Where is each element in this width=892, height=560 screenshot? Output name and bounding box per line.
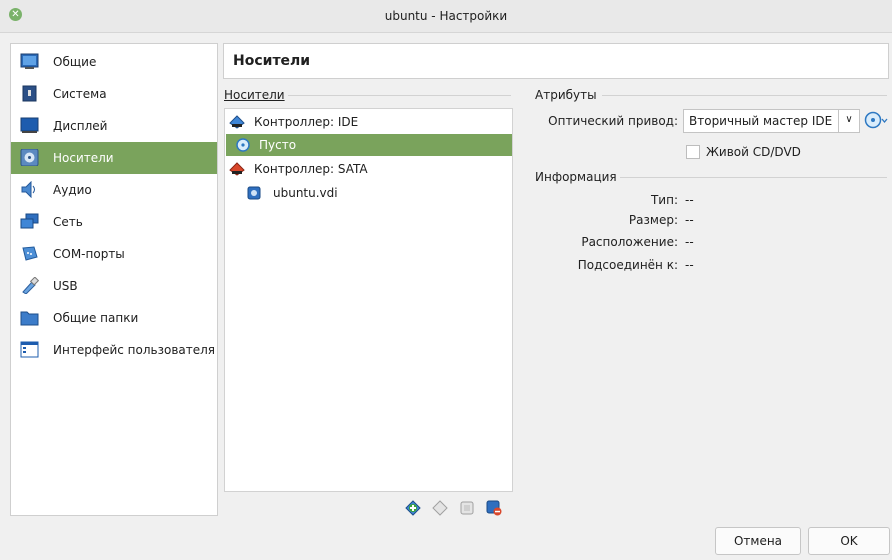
- storage-tree[interactable]: Контроллер: IDE Пусто Контроллер: SATA u…: [224, 108, 513, 492]
- tree-item-label: Контроллер: IDE: [254, 115, 359, 129]
- general-icon: [20, 53, 39, 69]
- sidebar-item-storage[interactable]: Носители: [11, 142, 217, 174]
- optical-drive-value: Вторичный мастер IDE: [689, 114, 833, 128]
- ok-button[interactable]: OK: [808, 527, 890, 555]
- usb-icon: [22, 277, 39, 294]
- sidebar-item-label: USB: [53, 279, 78, 293]
- system-icon: [22, 85, 37, 102]
- info-attached-value: --: [685, 258, 694, 272]
- display-icon: [20, 117, 39, 133]
- info-location-label: Расположение:: [581, 235, 678, 249]
- sidebar-item-system[interactable]: Система: [11, 78, 217, 110]
- sidebar-item-user-interface[interactable]: Интерфейс пользователя: [11, 334, 217, 366]
- live-cd-label: Живой CD/DVD: [706, 145, 801, 159]
- tree-item-label: Контроллер: SATA: [254, 162, 368, 176]
- storage-section-label: Носители: [224, 88, 285, 102]
- tree-item-hdd[interactable]: ubuntu.vdi: [225, 182, 512, 204]
- page-title: Носители: [233, 53, 311, 69]
- info-type-label: Тип:: [650, 193, 678, 207]
- attributes-section-label: Атрибуты: [535, 88, 597, 102]
- sidebar-item-label: COM-порты: [53, 247, 125, 261]
- tree-item-ide-controller[interactable]: Контроллер: IDE: [225, 111, 512, 133]
- info-attached-label: Подсоединён к:: [577, 258, 678, 272]
- remove-attachment-icon[interactable]: [432, 500, 448, 516]
- live-cd-checkbox[interactable]: [686, 145, 700, 159]
- remove-controller-icon[interactable]: [486, 500, 502, 516]
- sidebar-item-usb[interactable]: USB: [11, 270, 217, 302]
- optical-disc-icon: [236, 138, 250, 152]
- title-bar: ✕ ubuntu - Настройки: [0, 0, 892, 33]
- sidebar-item-network[interactable]: Сеть: [11, 206, 217, 238]
- page-header: Носители: [223, 43, 889, 79]
- tree-item-label: ubuntu.vdi: [273, 186, 338, 200]
- sidebar-item-label: Система: [53, 87, 107, 101]
- serial-ports-icon: [22, 246, 38, 261]
- chevron-down-icon[interactable]: ∨: [838, 110, 859, 132]
- sidebar-item-audio[interactable]: Аудио: [11, 174, 217, 206]
- divider: [602, 95, 887, 96]
- sidebar-item-general[interactable]: Общие: [11, 46, 217, 78]
- optical-drive-select[interactable]: Вторичный мастер IDE ∨: [683, 109, 860, 133]
- sidebar-item-label: Интерфейс пользователя: [53, 343, 216, 357]
- information-section-label: Информация: [535, 170, 617, 184]
- storage-icon: [20, 149, 39, 166]
- sidebar-item-label: Общие: [53, 55, 97, 69]
- sata-controller-icon: [229, 162, 245, 176]
- tree-item-sata-controller[interactable]: Контроллер: SATA: [225, 158, 512, 180]
- sidebar-item-display[interactable]: Дисплей: [11, 110, 217, 142]
- tree-item-label: Пусто: [259, 138, 297, 152]
- info-location-value: --: [685, 235, 694, 249]
- sidebar-item-label: Аудио: [53, 183, 92, 197]
- controller-settings-icon[interactable]: [459, 500, 475, 516]
- sidebar-item-label: Сеть: [53, 215, 83, 229]
- user-interface-icon: [20, 341, 39, 358]
- choose-disk-icon[interactable]: [864, 110, 888, 130]
- audio-icon: [21, 181, 35, 198]
- sidebar-item-shared-folders[interactable]: Общие папки: [11, 302, 217, 334]
- info-size-label: Размер:: [628, 213, 678, 227]
- hard-disk-icon: [247, 186, 261, 200]
- network-icon: [20, 213, 39, 229]
- optical-drive-label: Оптический привод:: [548, 114, 678, 128]
- sidebar-item-serial-ports[interactable]: COM-порты: [11, 238, 217, 270]
- sidebar-item-label: Носители: [53, 151, 114, 165]
- sidebar-item-label: Общие папки: [53, 311, 139, 325]
- divider: [620, 177, 887, 178]
- window-title: ubuntu - Настройки: [384, 9, 508, 23]
- divider: [288, 95, 511, 96]
- shared-folders-icon: [20, 311, 39, 326]
- add-attachment-icon[interactable]: [405, 500, 421, 516]
- settings-sidebar: Общие Система Дисплей Носители Аудио Сет…: [10, 43, 218, 516]
- sidebar-item-label: Дисплей: [53, 119, 108, 133]
- tree-item-optical-empty[interactable]: Пусто: [226, 134, 512, 156]
- ide-controller-icon: [229, 115, 245, 129]
- info-size-value: --: [685, 213, 694, 227]
- info-type-value: --: [685, 193, 694, 207]
- cancel-button[interactable]: Отмена: [715, 527, 801, 555]
